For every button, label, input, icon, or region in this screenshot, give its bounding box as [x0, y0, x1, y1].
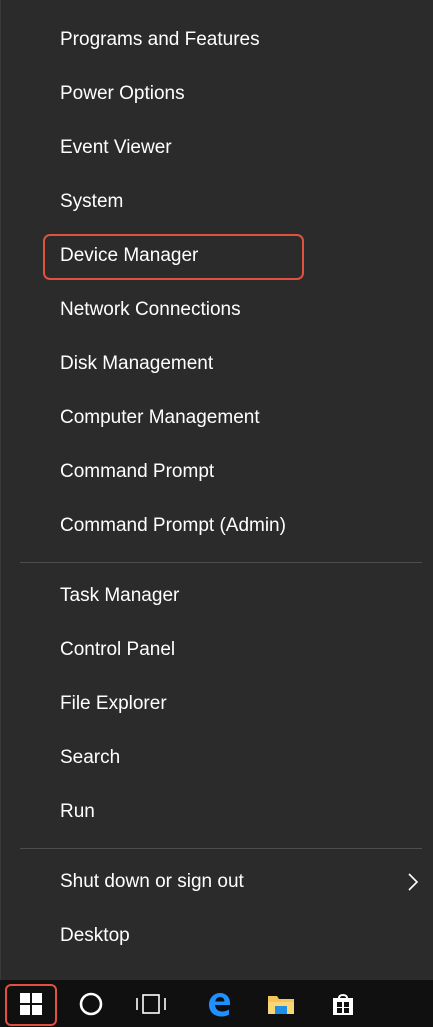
cortana-circle-icon	[79, 992, 103, 1015]
menu-item-label: Task Manager	[60, 585, 180, 606]
menu-item-label: File Explorer	[60, 693, 167, 714]
taskbar	[0, 980, 433, 1027]
menu-item-label: Run	[60, 801, 95, 822]
menu-item-shut-down-or-sign-out[interactable]: Shut down or sign out	[1, 855, 433, 909]
menu-item-label: Power Options	[60, 83, 185, 104]
menu-item-system[interactable]: System	[1, 175, 433, 229]
menu-item-label: System	[60, 191, 124, 212]
menu-item-command-prompt-admin[interactable]: Command Prompt (Admin)	[1, 499, 433, 553]
task-view-button[interactable]	[127, 980, 175, 1027]
menu-item-computer-management[interactable]: Computer Management	[1, 391, 433, 445]
menu-item-label: Network Connections	[60, 299, 241, 320]
menu-item-label: Command Prompt	[60, 461, 215, 482]
power-user-menu: Programs and Features Power Options Even…	[0, 0, 433, 980]
menu-item-desktop[interactable]: Desktop	[1, 909, 433, 963]
menu-item-label: Shut down or sign out	[60, 871, 244, 892]
menu-item-label: Disk Management	[60, 353, 214, 374]
menu-divider	[20, 848, 422, 849]
menu-item-control-panel[interactable]: Control Panel	[1, 623, 433, 677]
menu-item-programs-and-features[interactable]: Programs and Features	[1, 13, 433, 67]
chevron-right-icon	[408, 873, 419, 891]
menu-divider	[20, 562, 422, 563]
menu-item-label: Control Panel	[60, 639, 176, 660]
store-button[interactable]	[319, 980, 367, 1027]
menu-item-command-prompt[interactable]: Command Prompt	[1, 445, 433, 499]
file-explorer-button[interactable]	[257, 980, 305, 1027]
menu-item-label: Event Viewer	[60, 137, 172, 158]
menu-item-label: Computer Management	[60, 407, 260, 428]
menu-item-search[interactable]: Search	[1, 731, 433, 785]
menu-item-device-manager[interactable]: Device Manager	[1, 229, 433, 283]
windows-start-icon	[20, 992, 42, 1015]
task-view-icon	[136, 993, 166, 1014]
cortana-button[interactable]	[67, 980, 115, 1027]
menu-item-label: Programs and Features	[60, 29, 260, 50]
menu-item-event-viewer[interactable]: Event Viewer	[1, 121, 433, 175]
menu-item-task-manager[interactable]: Task Manager	[1, 569, 433, 623]
start-button[interactable]	[7, 980, 55, 1027]
store-icon	[333, 993, 353, 1015]
menu-item-run[interactable]: Run	[1, 785, 433, 839]
menu-item-disk-management[interactable]: Disk Management	[1, 337, 433, 391]
menu-item-network-connections[interactable]: Network Connections	[1, 283, 433, 337]
menu-item-power-options[interactable]: Power Options	[1, 67, 433, 121]
file-explorer-icon	[268, 995, 294, 1014]
menu-item-file-explorer[interactable]: File Explorer	[1, 677, 433, 731]
menu-item-label: Command Prompt (Admin)	[60, 515, 286, 536]
edge-button[interactable]	[195, 980, 243, 1027]
menu-item-label: Search	[60, 747, 121, 768]
menu-item-label: Device Manager	[60, 245, 199, 266]
menu-item-label: Desktop	[60, 925, 130, 946]
edge-browser-icon	[209, 992, 230, 1016]
